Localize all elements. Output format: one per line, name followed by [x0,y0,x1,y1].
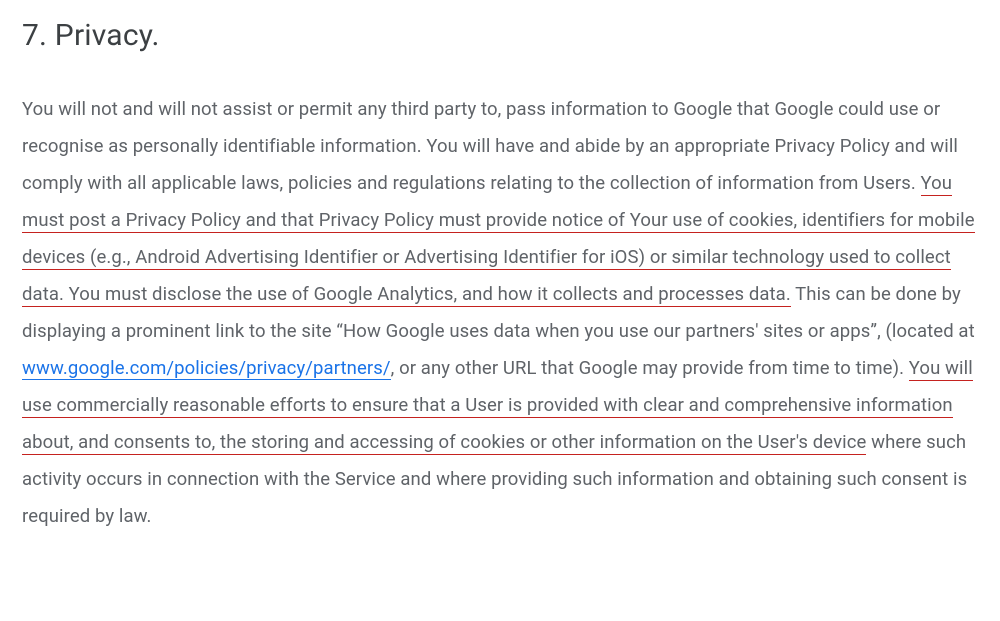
section-heading: 7. Privacy. [22,18,978,53]
text-segment: You will not and will not assist or perm… [22,98,958,194]
privacy-partners-link[interactable]: www.google.com/policies/privacy/partners… [22,357,391,380]
text-segment: , or any other URL that Google may provi… [391,357,909,379]
privacy-paragraph: You will not and will not assist or perm… [22,91,978,535]
